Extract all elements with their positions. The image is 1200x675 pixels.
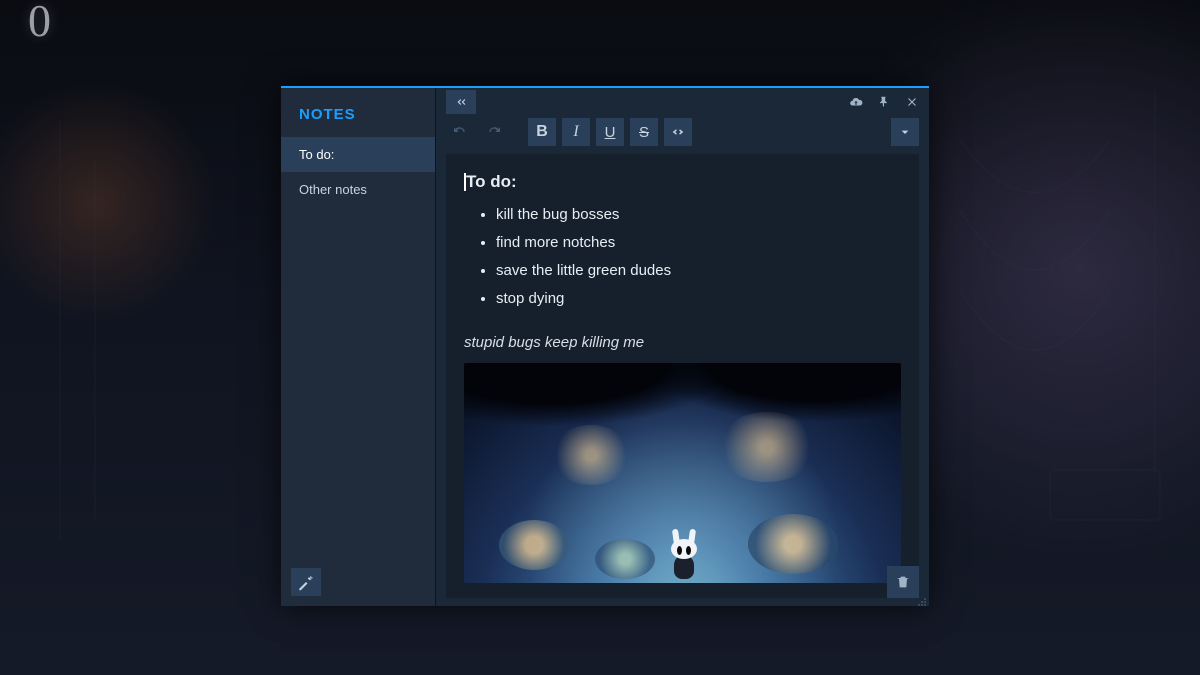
chevron-double-left-icon xyxy=(453,95,469,109)
close-icon[interactable] xyxy=(905,95,919,109)
undo-button[interactable] xyxy=(446,118,474,146)
bullet-item: kill the bug bosses xyxy=(496,201,901,229)
underline-icon: U xyxy=(605,124,616,141)
embedded-screenshot xyxy=(464,363,901,583)
italic-icon: I xyxy=(573,123,578,141)
notes-sidebar: NOTES To do: Other notes xyxy=(281,88,436,606)
code-icon xyxy=(670,124,686,140)
editor-area: To do: kill the bug bosses find more not… xyxy=(446,154,919,598)
bullet-list: kill the bug bosses find more notches sa… xyxy=(464,201,901,313)
chevron-down-icon xyxy=(897,124,913,140)
strikethrough-button[interactable]: S xyxy=(630,118,658,146)
trash-icon xyxy=(895,574,911,590)
note-editor-panel: B I U S To do: kill the bug bosses find … xyxy=(436,88,929,606)
bullet-item: save the little green dudes xyxy=(496,257,901,285)
pin-icon[interactable] xyxy=(877,95,891,109)
note-editor[interactable]: To do: kill the bug bosses find more not… xyxy=(446,154,919,598)
note-list-item[interactable]: To do: xyxy=(281,137,435,172)
redo-icon xyxy=(486,124,502,140)
expand-toolbar-button[interactable] xyxy=(891,118,919,146)
underline-button[interactable]: U xyxy=(596,118,624,146)
note-caption: stupid bugs keep killing me xyxy=(464,331,901,355)
window-bar xyxy=(436,88,929,108)
bold-button[interactable]: B xyxy=(528,118,556,146)
redo-button[interactable] xyxy=(480,118,508,146)
bold-icon: B xyxy=(536,123,548,141)
game-hud-counter: 0 xyxy=(28,0,51,47)
strikethrough-icon: S xyxy=(639,124,649,141)
editor-toolbar: B I U S xyxy=(436,108,929,154)
sidebar-footer xyxy=(281,558,435,606)
undo-icon xyxy=(452,124,468,140)
resize-grip-icon xyxy=(917,597,927,607)
note-list-item[interactable]: Other notes xyxy=(281,172,435,207)
bullet-item: find more notches xyxy=(496,229,901,257)
italic-button[interactable]: I xyxy=(562,118,590,146)
bullet-item: stop dying xyxy=(496,285,901,313)
wand-plus-icon xyxy=(297,573,315,591)
notes-overlay-window: NOTES To do: Other notes xyxy=(281,86,929,606)
sidebar-title: NOTES xyxy=(281,88,435,137)
resize-grip[interactable] xyxy=(917,594,927,604)
note-title: To do: xyxy=(464,168,517,195)
knight-character xyxy=(669,537,699,579)
cloud-upload-icon[interactable] xyxy=(849,95,863,109)
note-list: To do: Other notes xyxy=(281,137,435,558)
new-note-button[interactable] xyxy=(291,568,321,596)
delete-note-button[interactable] xyxy=(887,566,919,598)
code-button[interactable] xyxy=(664,118,692,146)
